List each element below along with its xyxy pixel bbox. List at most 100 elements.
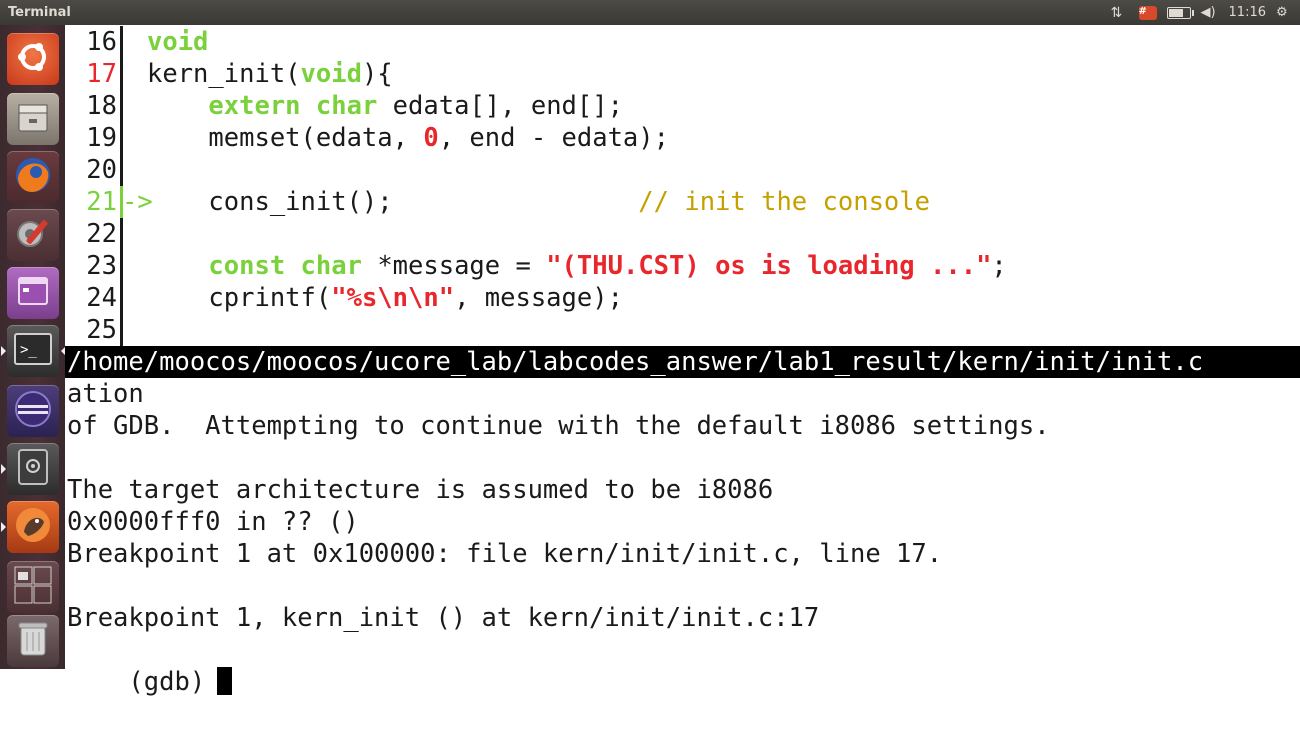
gdb-prompt: (gdb) — [128, 667, 206, 697]
code-token: "(THU.CST) os is loading ..." — [546, 251, 992, 281]
launcher-workspace[interactable] — [7, 267, 59, 319]
source-line: 25 — [65, 314, 1300, 346]
volume-icon[interactable]: ◀) — [1201, 5, 1219, 21]
code-text: extern char edata[], end[]; — [147, 90, 623, 122]
code-token: void — [147, 27, 209, 57]
line-number: 24 — [86, 283, 117, 313]
line-number: 22 — [86, 219, 117, 249]
window-title: Terminal — [8, 5, 71, 20]
gutter-bar — [120, 218, 123, 250]
gutter-bar — [120, 122, 123, 154]
code-token: cprintf( — [147, 283, 332, 313]
terminal-window[interactable]: 16 void 17 kern_init(void){18 extern char e… — [65, 25, 1300, 697]
launcher: >_ — [0, 25, 66, 669]
line-number: 23 — [86, 251, 117, 281]
gdb-output-line: Breakpoint 1 at 0x100000: file kern/init… — [67, 539, 943, 569]
gdb-output-line: The target architecture is assumed to be… — [67, 475, 774, 505]
gnu-icon — [12, 504, 54, 550]
workspace-switcher-icon — [13, 565, 53, 609]
line-number: 18 — [86, 91, 117, 121]
launcher-firefox[interactable] — [7, 151, 59, 203]
gdb-output-line: of GDB. Attempting to continue with the … — [67, 411, 1050, 441]
firefox-icon — [12, 154, 54, 200]
line-number: 16 — [86, 27, 117, 57]
code-text: cons_init(); // init the console — [147, 186, 930, 218]
battery-icon[interactable] — [1166, 6, 1194, 19]
gutter-bar — [120, 282, 123, 314]
source-line: 19 memset(edata, 0, end - edata); — [65, 122, 1300, 154]
text-cursor — [217, 667, 233, 695]
launcher-system-settings[interactable] — [7, 209, 59, 261]
gear-wrench-icon — [12, 212, 54, 258]
code-token: "%s\n\n" — [331, 283, 455, 313]
line-number: 20 — [86, 155, 117, 185]
gutter-bar — [120, 58, 123, 90]
gutter-bar — [120, 314, 123, 346]
file-cabinet-icon — [15, 99, 51, 139]
svg-text:>_: >_ — [20, 342, 37, 358]
clock[interactable]: 11:16 — [1229, 5, 1266, 20]
launcher-workspaces[interactable] — [7, 561, 59, 613]
disk-drive-icon — [15, 447, 51, 491]
keyboard-input-icon[interactable]: # — [1138, 5, 1157, 20]
gutter-bar — [120, 90, 123, 122]
code-token: 0 — [423, 123, 439, 153]
code-token: , end - edata); — [438, 123, 669, 153]
code-token: memset(edata, — [147, 123, 424, 153]
gdb-output-line: 0x0000fff0 in ?? () — [67, 507, 359, 537]
gdb-output-line: Breakpoint 1, kern_init () at kern/init/… — [67, 603, 820, 633]
launcher-disk[interactable] — [1, 443, 59, 495]
code-token: char — [315, 91, 378, 121]
system-tray: ⇅ # ◀) 11:16 ⚙ — [1111, 0, 1294, 25]
code-text: void — [147, 26, 208, 58]
top-panel: Terminal ⇅ # ◀) 11:16 ⚙ — [0, 0, 1300, 25]
launcher-terminal[interactable]: >_ — [1, 325, 66, 377]
source-line: 21 -> cons_init(); // init the console — [65, 186, 1300, 218]
source-line: 16 void — [65, 26, 1300, 58]
code-token: ){ — [361, 59, 393, 89]
code-token: , message); — [454, 283, 623, 313]
gutter-bar — [120, 250, 123, 282]
launcher-trash[interactable] — [7, 615, 59, 667]
code-token: // init the console — [638, 187, 930, 217]
purple-window-icon — [15, 273, 51, 313]
trash-icon — [15, 619, 51, 663]
line-number: 25 — [86, 315, 117, 345]
code-text: memset(edata, 0, end - edata); — [147, 122, 669, 154]
gdb-output-line: ation — [67, 379, 144, 409]
code-token: char — [300, 251, 362, 281]
gutter-bar — [120, 154, 123, 186]
launcher-eclipse[interactable] — [7, 385, 59, 437]
line-number: 17 — [86, 59, 117, 89]
code-token: extern — [208, 91, 301, 121]
eclipse-icon — [12, 388, 54, 434]
source-line: 20 — [65, 154, 1300, 186]
code-text: cprintf("%s\n\n", message); — [147, 282, 623, 314]
source-line: 23 const char *message = "(THU.CST) os i… — [65, 250, 1300, 282]
terminal-icon: >_ — [13, 331, 53, 371]
source-line: 24 cprintf("%s\n\n", message); — [65, 282, 1300, 314]
network-arrows-icon[interactable]: ⇅ — [1111, 5, 1129, 21]
code-text: const char *message = "(THU.CST) os is l… — [147, 250, 1006, 282]
gdb-prompt-line[interactable]: (gdb) — [67, 634, 233, 697]
launcher-files[interactable] — [7, 93, 59, 145]
line-number: 21 — [86, 187, 117, 217]
source-line: 17 kern_init(void){ — [65, 58, 1300, 90]
line-number: 19 — [86, 123, 117, 153]
code-text: kern_init(void){ — [147, 58, 393, 90]
code-token: edata[], end[]; — [377, 91, 623, 121]
launcher-dash[interactable] — [7, 33, 59, 85]
code-token: const — [208, 251, 286, 281]
launcher-gdb-frontend[interactable] — [1, 501, 59, 553]
code-token: *message = — [361, 251, 547, 281]
code-token: cons_init(); — [147, 187, 639, 217]
source-line: 18 extern char edata[], end[]; — [65, 90, 1300, 122]
gear-icon[interactable]: ⚙ — [1276, 5, 1294, 21]
code-token: void — [300, 59, 362, 89]
code-token: kern_init( — [147, 59, 301, 89]
gutter-bar — [120, 26, 123, 58]
